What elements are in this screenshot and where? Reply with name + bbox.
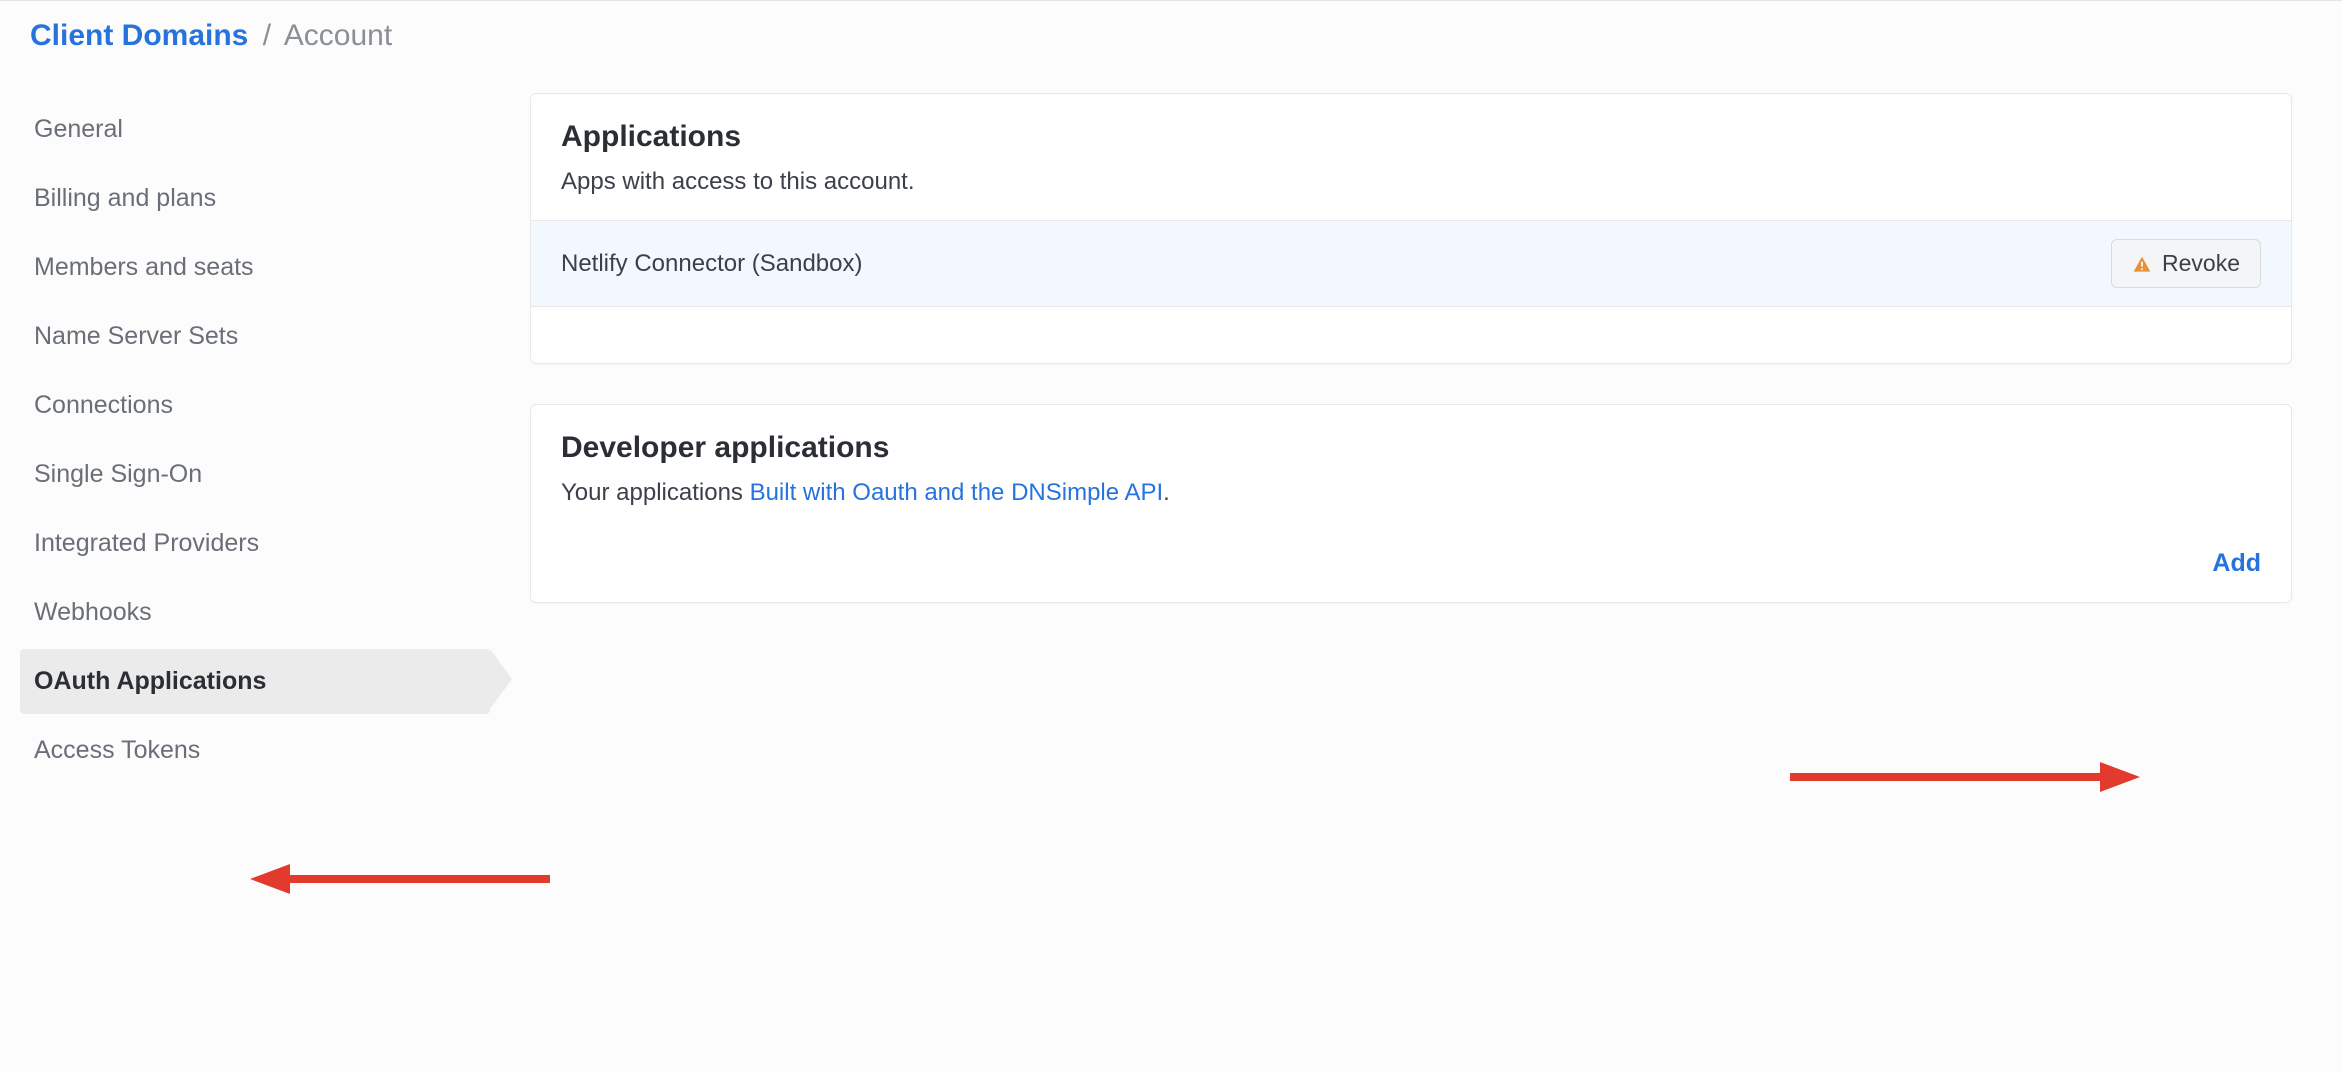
breadcrumb-current: Account	[284, 19, 392, 52]
revoke-label: Revoke	[2162, 250, 2240, 277]
revoke-button[interactable]: Revoke	[2111, 239, 2261, 288]
settings-sidebar: General Billing and plans Members and se…	[20, 93, 490, 787]
sidebar-item-connections[interactable]: Connections	[20, 373, 490, 438]
sidebar-item-integrated-providers[interactable]: Integrated Providers	[20, 511, 490, 576]
developer-desc-suffix: .	[1163, 479, 1170, 506]
sidebar-item-webhooks[interactable]: Webhooks	[20, 580, 490, 645]
app-row: Netlify Connector (Sandbox) Revoke	[531, 220, 2291, 307]
annotation-arrow-sidebar	[250, 859, 550, 899]
applications-card: Applications Apps with access to this ac…	[530, 93, 2292, 364]
warning-icon	[2132, 254, 2152, 274]
app-empty-row	[531, 307, 2291, 363]
add-developer-app-link[interactable]: Add	[2212, 549, 2261, 577]
applications-desc: Apps with access to this account.	[561, 168, 2261, 196]
developer-desc-prefix: Your applications	[561, 479, 750, 506]
app-name: Netlify Connector (Sandbox)	[561, 250, 862, 278]
sidebar-item-name-server-sets[interactable]: Name Server Sets	[20, 304, 490, 369]
developer-apps-desc: Your applications Built with Oauth and t…	[561, 479, 2261, 507]
oauth-api-docs-link[interactable]: Built with Oauth and the DNSimple API	[750, 479, 1164, 506]
sidebar-item-members[interactable]: Members and seats	[20, 235, 490, 300]
breadcrumb-parent-link[interactable]: Client Domains	[30, 19, 248, 52]
developer-apps-title: Developer applications	[561, 431, 2261, 465]
developer-apps-card: Developer applications Your applications…	[530, 404, 2292, 603]
sidebar-item-oauth-applications[interactable]: OAuth Applications	[20, 649, 490, 714]
sidebar-item-billing[interactable]: Billing and plans	[20, 166, 490, 231]
applications-title: Applications	[561, 120, 2261, 154]
sidebar-item-access-tokens[interactable]: Access Tokens	[20, 718, 490, 783]
breadcrumb-sep: /	[263, 19, 271, 52]
sidebar-item-sso[interactable]: Single Sign-On	[20, 442, 490, 507]
breadcrumb: Client Domains / Account	[0, 1, 2342, 63]
sidebar-item-general[interactable]: General	[20, 97, 490, 162]
